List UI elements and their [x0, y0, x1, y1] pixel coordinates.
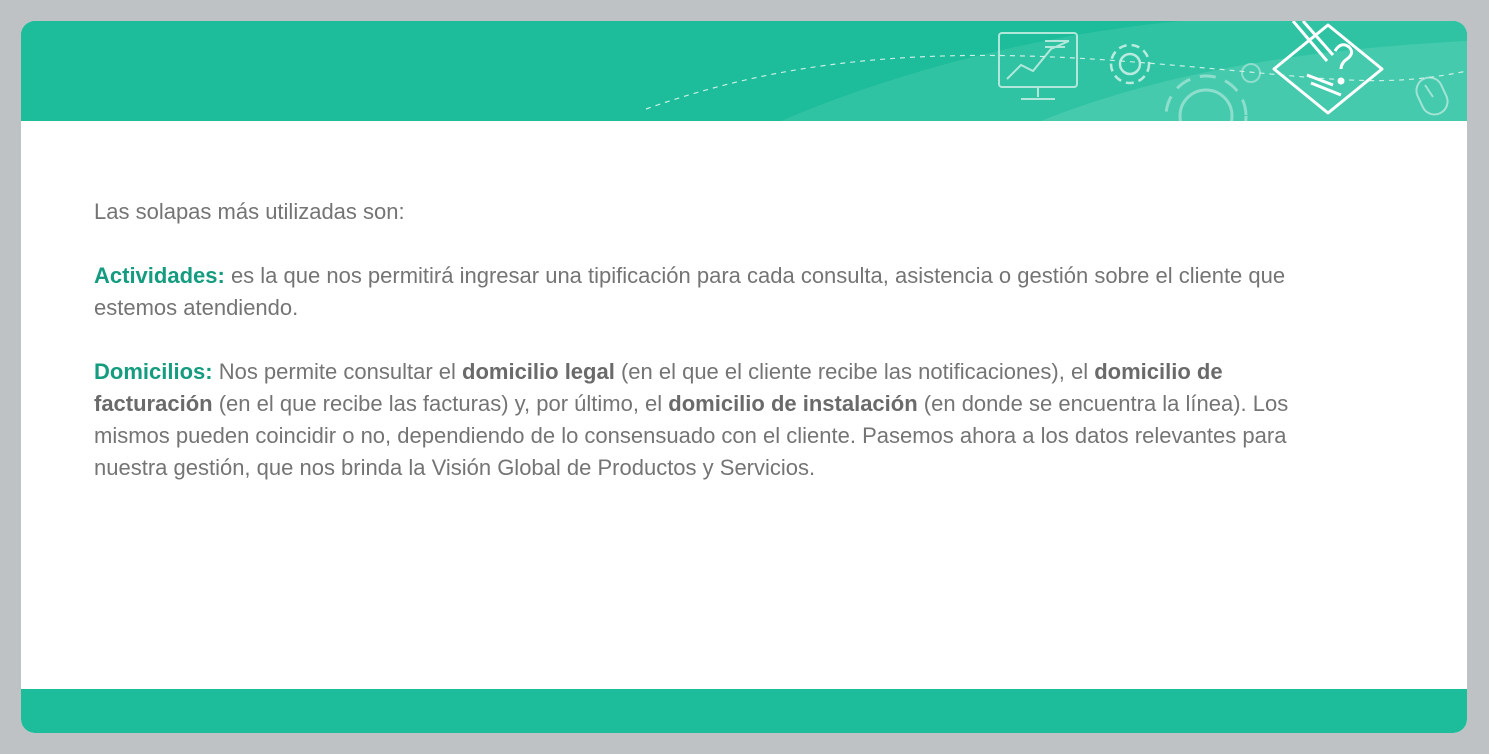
domicilio-legal: domicilio legal: [462, 359, 615, 384]
intro-text: Las solapas más utilizadas son:: [94, 199, 405, 224]
header-decoration: [21, 21, 1467, 121]
header-banner: [21, 21, 1467, 121]
footer-bar: [21, 689, 1467, 733]
actividades-text: es la que nos permitirá ingresar una tip…: [94, 263, 1286, 320]
domicilios-text-3: (en el que recibe las facturas) y, por ú…: [212, 391, 669, 416]
domicilio-instalacion: domicilio de instalación: [668, 391, 918, 416]
domicilios-paragraph: Domicilios: Nos permite consultar el dom…: [94, 356, 1304, 484]
domicilios-text-2: (en el que el cliente recibe las notific…: [614, 359, 1095, 384]
content-body: Las solapas más utilizadas son: Activida…: [94, 196, 1304, 516]
slide-card: Las solapas más utilizadas son: Activida…: [21, 21, 1467, 733]
intro-paragraph: Las solapas más utilizadas son:: [94, 196, 1304, 228]
domicilios-text-1: Nos permite consultar el: [212, 359, 463, 384]
domicilios-term: Domicilios:: [94, 359, 213, 384]
actividades-term: Actividades:: [94, 263, 225, 288]
actividades-paragraph: Actividades: es la que nos permitirá ing…: [94, 260, 1304, 324]
